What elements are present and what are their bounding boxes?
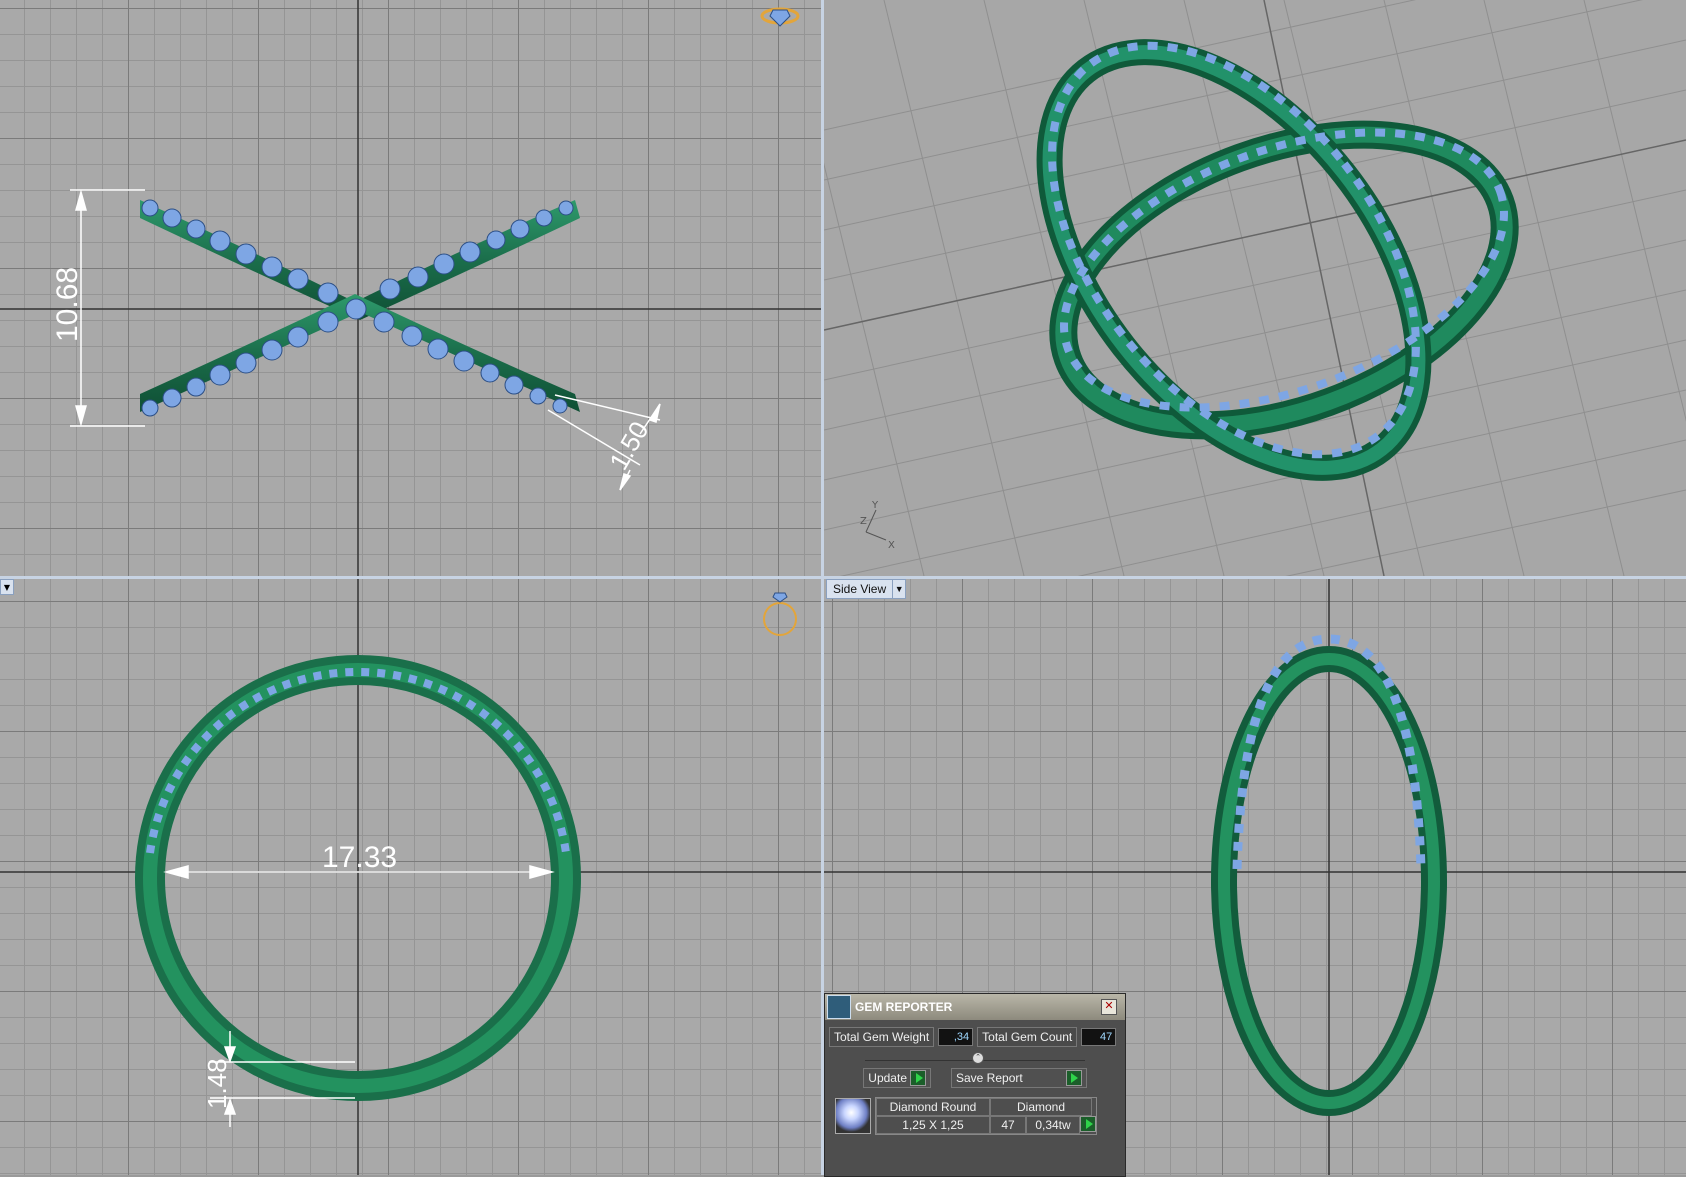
gem-reporter-titlebar[interactable]: GEM REPORTER ✕ [825, 994, 1125, 1020]
dim-thickness-label: 1.48 [202, 1058, 232, 1109]
perspective-canvas: Z Y X [824, 0, 1686, 576]
front-view-menu-button[interactable]: ▼ [0, 579, 14, 595]
gem-count: 47 [990, 1116, 1026, 1134]
collapse-divider[interactable]: ⌃ [865, 1050, 1085, 1064]
gem-material: Diamond [990, 1098, 1092, 1116]
front-view-canvas: 17.33 1.48 [0, 579, 821, 1175]
total-gem-count-value: 47 [1081, 1028, 1117, 1046]
gem-reporter-title: GEM REPORTER [855, 1000, 953, 1014]
gem-shape: Diamond Round [876, 1098, 990, 1116]
update-button-label: Update [868, 1071, 907, 1085]
top-viewport[interactable]: 10.68 1.50 [0, 0, 821, 576]
dim-height-label: 10.68 [51, 267, 84, 342]
gem-weight: 0,34tw [1026, 1116, 1080, 1134]
gem-reporter-icon [827, 995, 851, 1019]
gem-size: 1,25 X 1,25 [876, 1116, 990, 1134]
front-viewport[interactable]: 17.33 1.48 [0, 579, 821, 1175]
close-icon[interactable]: ✕ [1101, 999, 1117, 1015]
total-gem-weight-label: Total Gem Weight [829, 1027, 935, 1047]
ring-perspective [1036, 39, 1519, 481]
save-report-button-label: Save Report [956, 1071, 1023, 1085]
play-icon [1065, 1070, 1082, 1086]
update-button[interactable]: Update [863, 1068, 931, 1088]
svg-text:Y: Y [871, 500, 879, 511]
horizontal-splitter[interactable] [0, 576, 1686, 579]
gem-reporter-panel: GEM REPORTER ✕ Total Gem Weight ,34 Tota… [824, 993, 1126, 1177]
front-view-ring-icon[interactable] [763, 592, 797, 636]
view-cube-gem-icon[interactable] [760, 7, 800, 27]
gem-thumbnail [835, 1098, 871, 1134]
gem-details: Diamond Round Diamond 1,25 X 1,25 47 0,3… [875, 1097, 1097, 1135]
gem-list-row[interactable]: Diamond Round Diamond 1,25 X 1,25 47 0,3… [835, 1097, 1125, 1135]
total-gem-count-label: Total Gem Count [977, 1027, 1078, 1047]
total-gem-weight-value: ,34 [938, 1028, 974, 1046]
perspective-viewport[interactable]: Z Y X [824, 0, 1686, 576]
ring-top-profile [140, 199, 580, 417]
top-view-canvas: 10.68 1.50 [0, 0, 821, 576]
axis-triad: Z Y X [860, 500, 895, 551]
save-report-button[interactable]: Save Report [951, 1068, 1087, 1088]
svg-text:X: X [888, 540, 895, 551]
collapse-icon[interactable]: ⌃ [972, 1052, 984, 1064]
svg-text:Z: Z [860, 516, 867, 527]
dim-diameter-label: 17.33 [322, 841, 397, 874]
play-icon [910, 1070, 926, 1086]
gem-row-play-button[interactable] [1080, 1116, 1096, 1132]
